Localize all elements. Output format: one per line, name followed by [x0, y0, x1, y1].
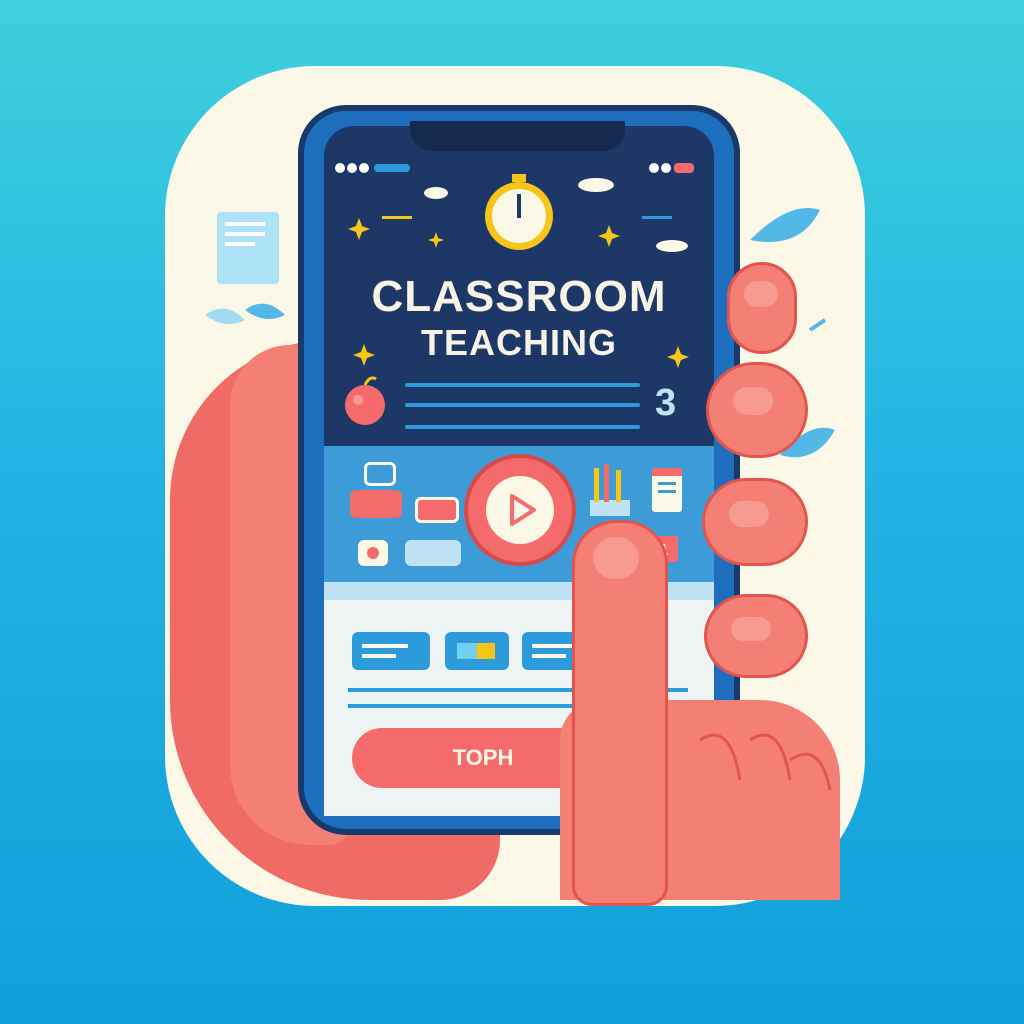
chip-2[interactable]: [445, 632, 509, 670]
alarm-clock-icon: [485, 174, 553, 250]
sparkle-icon: [348, 218, 620, 248]
cloud-icon: [424, 178, 688, 252]
finger-3: [702, 478, 808, 566]
apple-icon: [345, 376, 385, 425]
finger-4: [704, 594, 808, 678]
decor-left: [205, 212, 285, 324]
book-icon[interactable]: [405, 540, 461, 566]
monitor-icon[interactable]: [364, 462, 396, 486]
record-icon[interactable]: [358, 540, 388, 566]
card-icon[interactable]: [415, 497, 459, 523]
leaf-icon: [205, 303, 285, 324]
text-line: [405, 383, 640, 387]
finger-1: [727, 262, 797, 354]
screen-decor: [348, 174, 688, 252]
play-button[interactable]: [462, 452, 578, 568]
phone-notch: [410, 121, 625, 151]
chip-1[interactable]: [352, 632, 430, 670]
pencils-icon[interactable]: [590, 464, 630, 516]
folder-icon[interactable]: [350, 490, 402, 518]
badge-number: 3: [655, 382, 677, 424]
pointing-hand-knuckles: [699, 733, 832, 791]
document-icon: [217, 212, 279, 284]
title-line-1: CLASSROOM: [371, 272, 667, 321]
title-sparkles: [353, 344, 689, 368]
notepad-icon[interactable]: [652, 468, 682, 512]
finger-2: [706, 362, 808, 458]
text-line: [405, 425, 640, 429]
sparkle-icon: [353, 344, 689, 368]
text-line: [405, 403, 640, 407]
